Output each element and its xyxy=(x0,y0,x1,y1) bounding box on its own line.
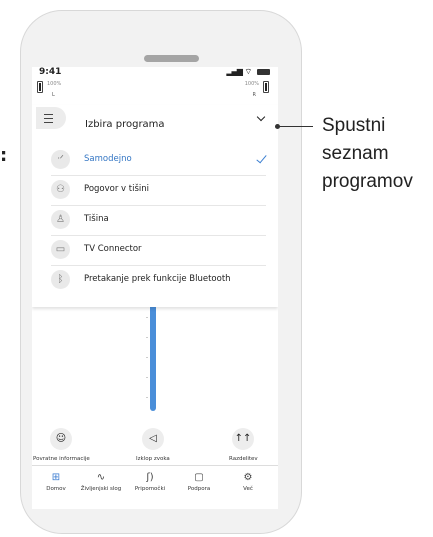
program-item-conversation[interactable]: ⚇ Pogovor v tišini xyxy=(51,177,266,206)
feedback-button[interactable]: ☺ xyxy=(50,428,72,450)
program-item-tv[interactable]: ▭ TV Connector xyxy=(51,237,266,266)
tv-icon: ▭ xyxy=(51,240,70,259)
speaker-mute-icon: ◁ xyxy=(149,433,157,444)
mute-button[interactable]: ◁ xyxy=(142,428,164,450)
right-battery-icon xyxy=(263,81,269,93)
program-item-quiet[interactable]: ♙ Tišina xyxy=(51,207,266,236)
volume-slider[interactable] xyxy=(150,307,156,411)
tab-devices[interactable]: ʃ) Pripomočki xyxy=(126,471,174,492)
split-icon: ↑↑ xyxy=(234,433,252,444)
left-side-label: L xyxy=(52,92,55,98)
margin-colon: : xyxy=(0,145,8,166)
list-icon[interactable] xyxy=(36,107,66,129)
tab-more[interactable]: ⚙ Več xyxy=(224,471,272,492)
tab-label: Več xyxy=(243,486,253,492)
chevron-down-icon[interactable] xyxy=(256,112,266,122)
split-button[interactable]: ↑↑ xyxy=(232,428,254,450)
checkmark-icon xyxy=(256,152,267,164)
auto-program-icon: ᐧᐟ xyxy=(51,150,70,169)
tab-label: Pripomočki xyxy=(134,486,166,492)
callout-line-1: Spustni xyxy=(322,115,386,136)
tab-label: Življenjski slog xyxy=(80,486,122,492)
program-label: Pogovor v tišini xyxy=(84,184,150,194)
program-dropdown-header[interactable]: Izbira programa xyxy=(32,105,278,147)
bluetooth-icon: ᛒ xyxy=(51,270,70,289)
wifi-icon: ⌔ xyxy=(244,67,253,76)
program-label: Samodejno xyxy=(84,154,132,164)
callout-text: Spustni seznam programov xyxy=(322,112,413,196)
program-dropdown: Izbira programa ᐧᐟ Samodejno ⚇ Pogovor v… xyxy=(32,105,278,307)
callout-line-2: seznam xyxy=(322,143,389,164)
chat-icon: ▢ xyxy=(194,472,204,483)
app-screen: 9:41 ▂▄▆ ⌔ 100% L 100% R Izbira programa… xyxy=(32,67,278,509)
callout-line xyxy=(277,126,313,127)
tab-lifestyle[interactable]: ∿ Življenjski slog xyxy=(77,471,125,492)
phone-battery-icon xyxy=(257,68,270,75)
tab-support[interactable]: ▢ Podpora xyxy=(175,471,223,492)
conversation-icon: ⚇ xyxy=(51,180,70,199)
dropdown-title: Izbira programa xyxy=(85,119,165,130)
program-label: Tišina xyxy=(84,214,109,224)
program-label: Pretakanje prek funkcije Bluetooth xyxy=(84,274,231,284)
smiley-icon: ☺ xyxy=(55,433,67,444)
phone-speaker xyxy=(144,55,199,62)
home-grid-icon: ⊞ xyxy=(51,472,61,483)
right-battery-level: 100% xyxy=(244,81,259,87)
tab-label: Domov xyxy=(46,486,66,492)
activity-icon: ∿ xyxy=(96,472,106,483)
signal-icon: ▂▄▆ xyxy=(226,67,243,76)
left-battery-level: 100% xyxy=(47,81,62,87)
feedback-label: Povratne informacije xyxy=(33,456,90,462)
gear-icon: ⚙ xyxy=(243,472,253,483)
program-label: TV Connector xyxy=(84,244,142,254)
quiet-icon: ♙ xyxy=(51,210,70,229)
hearing-aid-icon: ʃ) xyxy=(146,472,154,483)
right-side-label: R xyxy=(252,92,256,98)
program-item-auto[interactable]: ᐧᐟ Samodejno xyxy=(51,147,267,176)
status-time: 9:41 xyxy=(39,67,62,77)
tab-home[interactable]: ⊞ Domov xyxy=(32,471,80,492)
split-label: Razdelitev xyxy=(229,456,258,462)
left-battery-icon xyxy=(37,81,43,93)
system-status-icons: ▂▄▆ ⌔ xyxy=(226,67,270,77)
tab-bar-divider xyxy=(32,465,278,466)
mute-label: Izklop zvoka xyxy=(136,456,170,462)
tab-label: Podpora xyxy=(187,486,211,492)
callout-line-3: programov xyxy=(322,171,413,192)
program-item-bluetooth[interactable]: ᛒ Pretakanje prek funkcije Bluetooth xyxy=(51,267,266,295)
